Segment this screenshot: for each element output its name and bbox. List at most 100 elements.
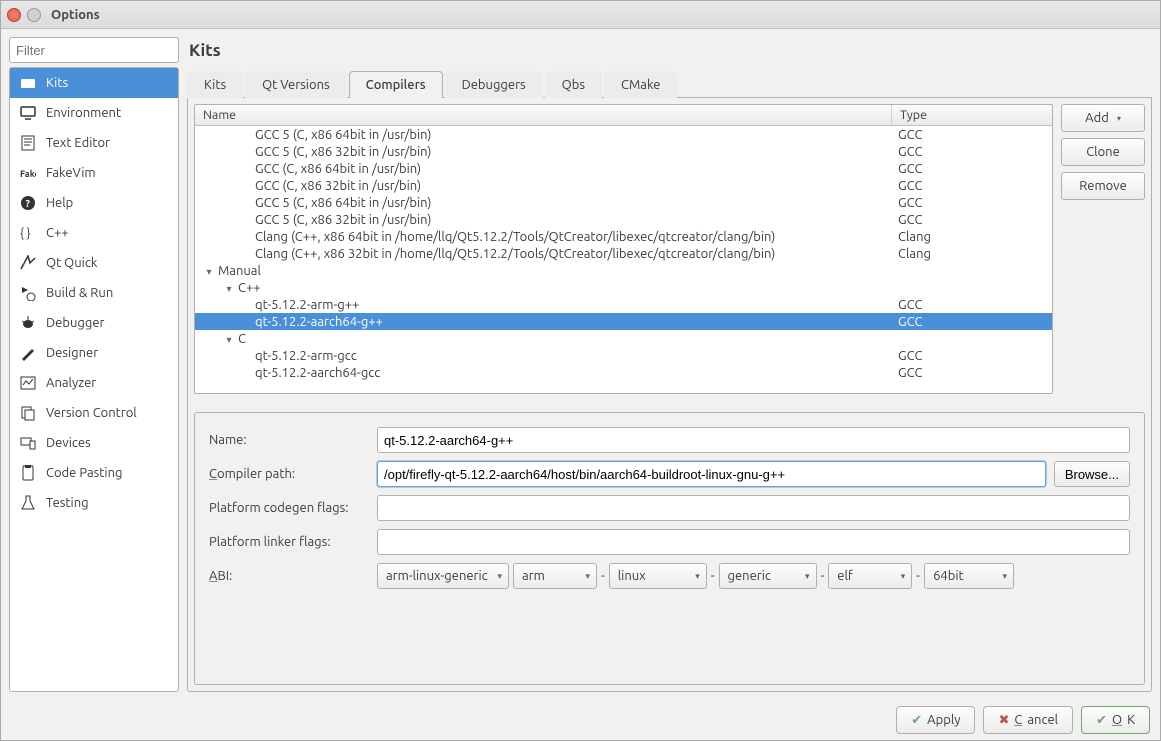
- braces-icon: { }: [20, 225, 36, 241]
- sidebar-item-version-control[interactable]: Version Control: [10, 398, 178, 428]
- browse-button[interactable]: Browse...: [1054, 461, 1130, 487]
- compiler-row[interactable]: qt-5.12.2-aarch64-gcc GCC: [195, 364, 1052, 381]
- compiler-name: qt-5.12.2-arm-gcc: [255, 349, 357, 363]
- sidebar-item-debugger[interactable]: Debugger: [10, 308, 178, 338]
- abi-label: ABI:: [209, 569, 369, 583]
- compiler-row[interactable]: GCC (C, x86 32bit in /usr/bin) GCC: [195, 177, 1052, 194]
- debugger-icon: [20, 315, 36, 331]
- column-header-name[interactable]: Name: [195, 105, 892, 125]
- sidebar-item-code-pasting[interactable]: Code Pasting: [10, 458, 178, 488]
- compiler-name: C++: [235, 281, 261, 295]
- sidebar-item-build-run[interactable]: Build & Run: [10, 278, 178, 308]
- compiler-path-input[interactable]: [377, 461, 1046, 487]
- compiler-row[interactable]: qt-5.12.2-arm-gcc GCC: [195, 347, 1052, 364]
- compiler-row[interactable]: qt-5.12.2-arm-g++GCC: [195, 296, 1052, 313]
- name-input[interactable]: [377, 427, 1130, 453]
- designer-icon: [20, 345, 36, 361]
- testing-icon: [20, 495, 36, 511]
- category-list: Kits Environment Text Editor FakeFakeVim? He…: [9, 67, 179, 692]
- abi-width-combo[interactable]: 64bit: [924, 563, 1014, 589]
- compiler-row[interactable]: GCC 5 (C, x86 64bit in /usr/bin)GCC: [195, 194, 1052, 211]
- texteditor-icon: [20, 135, 36, 151]
- compiler-name: GCC (C, x86 32bit in /usr/bin): [255, 179, 421, 193]
- expander-icon[interactable]: ▾: [203, 266, 215, 278]
- qtquick-icon: [20, 255, 36, 271]
- tab-cmake[interactable]: CMake: [604, 71, 677, 98]
- filter-input[interactable]: [9, 37, 179, 63]
- compiler-row[interactable]: ▾ C: [195, 330, 1052, 347]
- abi-flavor-combo[interactable]: generic: [719, 563, 817, 589]
- tab-qbs[interactable]: Qbs: [545, 71, 602, 98]
- tab-compilers[interactable]: Compilers: [349, 71, 443, 98]
- sidebar-item-c-[interactable]: { }C++: [10, 218, 178, 248]
- sidebar-item-analyzer[interactable]: Analyzer: [10, 368, 178, 398]
- compiler-name: qt-5.12.2-aarch64-gcc: [255, 366, 380, 380]
- compiler-type: GCC: [894, 179, 1052, 193]
- chevron-down-icon: ▾: [1117, 114, 1121, 123]
- codegen-input[interactable]: [377, 495, 1130, 521]
- clone-button[interactable]: Clone: [1061, 138, 1145, 166]
- sidebar-item-kits[interactable]: Kits: [10, 68, 178, 98]
- compiler-row[interactable]: GCC 5 (C, x86 32bit in /usr/bin)GCC: [195, 143, 1052, 160]
- svg-text:?: ?: [26, 198, 31, 209]
- x-icon: ✖: [998, 713, 1009, 728]
- apply-button[interactable]: ✔Apply: [896, 706, 975, 734]
- sidebar-item-designer[interactable]: Designer: [10, 338, 178, 368]
- compiler-type: GCC: [894, 366, 1052, 380]
- compiler-row[interactable]: qt-5.12.2-aarch64-g++GCC: [195, 313, 1052, 330]
- compiler-row[interactable]: Clang (C++, x86 32bit in /home/llq/Qt5.1…: [195, 245, 1052, 262]
- kits-icon: [20, 75, 36, 91]
- sidebar-item-help[interactable]: ? Help: [10, 188, 178, 218]
- sidebar-item-fakevim[interactable]: FakeFakeVim: [10, 158, 178, 188]
- linker-input[interactable]: [377, 529, 1130, 555]
- compiler-name: C: [235, 332, 246, 346]
- compiler-type: Clang: [894, 247, 1052, 261]
- abi-format-combo[interactable]: elf: [828, 563, 912, 589]
- ok-button[interactable]: ✔OK: [1081, 706, 1150, 734]
- abi-os-combo[interactable]: linux: [609, 563, 707, 589]
- sidebar-item-qt-quick[interactable]: Qt Quick: [10, 248, 178, 278]
- abi-arch-combo[interactable]: arm: [513, 563, 597, 589]
- sidebar-item-label: Text Editor: [46, 136, 110, 150]
- tab-kits[interactable]: Kits: [187, 71, 243, 98]
- cancel-button[interactable]: ✖Cancel: [983, 706, 1073, 734]
- codepaste-icon: [20, 465, 36, 481]
- abi-preset-combo[interactable]: arm-linux-generic: [377, 563, 509, 589]
- check-icon: ✔: [1096, 713, 1107, 728]
- compiler-type: GCC: [894, 349, 1052, 363]
- compiler-name: Clang (C++, x86 64bit in /home/llq/Qt5.1…: [255, 230, 775, 244]
- expander-icon[interactable]: ▾: [223, 283, 235, 295]
- remove-button[interactable]: Remove: [1061, 172, 1145, 200]
- sidebar-item-devices[interactable]: Devices: [10, 428, 178, 458]
- detail-panel: Name: Compiler path: Browse... Platform …: [194, 412, 1145, 685]
- compiler-row[interactable]: GCC 5 (C, x86 32bit in /usr/bin)GCC: [195, 211, 1052, 228]
- tab-qt-versions[interactable]: Qt Versions: [245, 71, 347, 98]
- compiler-name: GCC 5 (C, x86 32bit in /usr/bin): [255, 145, 431, 159]
- window-close-icon[interactable]: [7, 8, 21, 22]
- name-label: Name:: [209, 433, 369, 447]
- svg-text:Fake: Fake: [20, 169, 36, 179]
- compiler-name: GCC (C, x86 64bit in /usr/bin): [255, 162, 421, 176]
- sidebar-item-text-editor[interactable]: Text Editor: [10, 128, 178, 158]
- tab-debuggers[interactable]: Debuggers: [445, 71, 543, 98]
- sidebar-item-label: Environment: [46, 106, 121, 120]
- sidebar-item-label: Build & Run: [46, 286, 113, 300]
- buildrun-icon: [20, 285, 36, 301]
- sidebar-item-label: Debugger: [46, 316, 104, 330]
- compiler-row[interactable]: ▾ C++: [195, 279, 1052, 296]
- expander-icon[interactable]: ▾: [223, 334, 235, 346]
- compiler-tree-body[interactable]: GCC 5 (C, x86 64bit in /usr/bin)GCC GCC …: [195, 126, 1052, 393]
- window-minimize-icon[interactable]: [27, 8, 41, 22]
- sidebar-item-label: Testing: [46, 496, 89, 510]
- sidebar-item-label: Help: [46, 196, 73, 210]
- compiler-row[interactable]: Clang (C++, x86 64bit in /home/llq/Qt5.1…: [195, 228, 1052, 245]
- column-header-type[interactable]: Type: [892, 105, 1052, 125]
- compiler-row[interactable]: ▾ Manual: [195, 262, 1052, 279]
- compiler-name: GCC 5 (C, x86 64bit in /usr/bin): [255, 196, 431, 210]
- compiler-row[interactable]: GCC 5 (C, x86 64bit in /usr/bin)GCC: [195, 126, 1052, 143]
- add-button[interactable]: Add▾: [1061, 104, 1145, 132]
- sidebar-item-testing[interactable]: Testing: [10, 488, 178, 518]
- sidebar-item-environment[interactable]: Environment: [10, 98, 178, 128]
- compiler-row[interactable]: GCC (C, x86 64bit in /usr/bin)GCC: [195, 160, 1052, 177]
- compiler-type: GCC: [894, 315, 1052, 329]
